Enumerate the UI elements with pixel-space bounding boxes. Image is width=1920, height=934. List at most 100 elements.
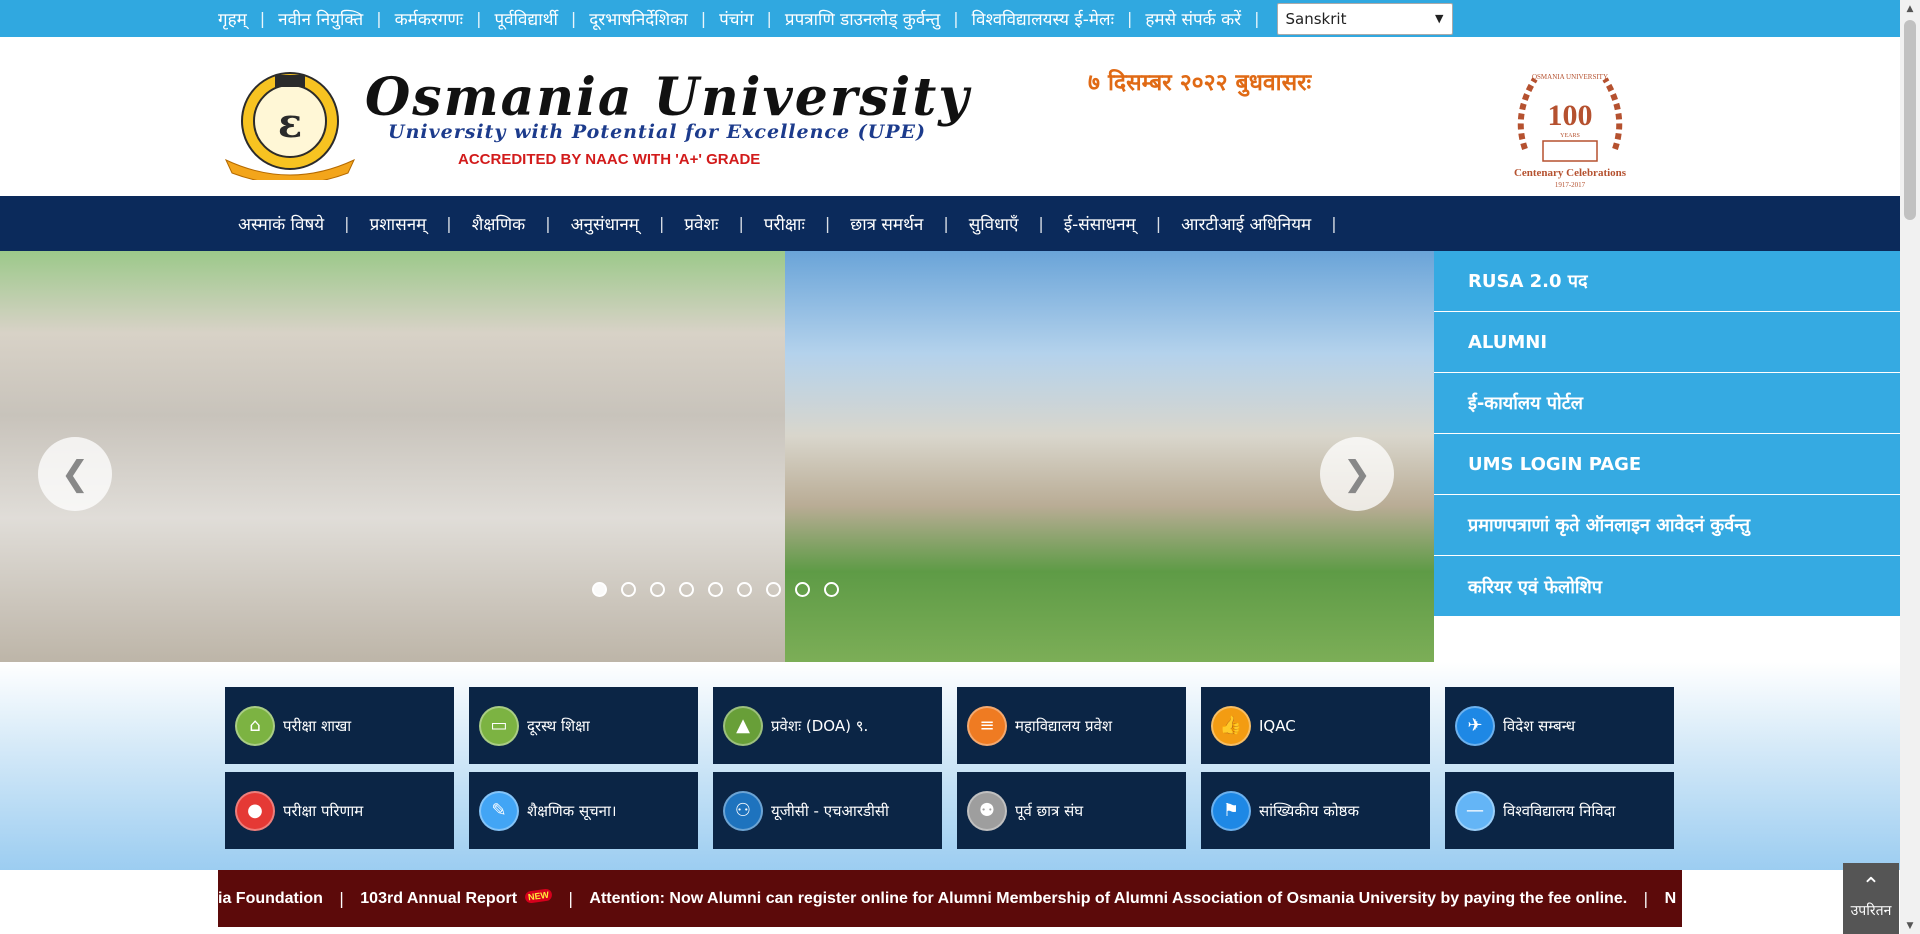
service-tiles: ⌂ परीक्षा शाखा ▭ दूरस्थ शिक्षा ▲ प्रवेशः (DOA… — [225, 687, 1674, 849]
top-link-8[interactable]: हमसे संपर्क करें — [1145, 7, 1241, 30]
nav-separator: | — [824, 214, 831, 233]
group-icon: ⚉ — [967, 790, 1007, 831]
centenary-logo[interactable]: OSMANIA UNIVERSITY 100 YEARS Centenary C… — [1505, 59, 1635, 193]
service-tile[interactable]: ⚇ यूजीसी - एचआरडीसी — [713, 772, 942, 849]
service-tile-label: पूर्व छात्र संघ — [1015, 801, 1084, 820]
main-navigation: अस्माकं विषये | प्रशासनम् | शैक्षणिक | अनुसंधा… — [0, 196, 1900, 251]
pencil-icon: ✎ — [479, 790, 519, 831]
quick-link-5[interactable]: करियर एवं फेलोशिप — [1434, 556, 1900, 617]
ticker-item[interactable]: ia Foundation — [218, 890, 323, 908]
top-link-7[interactable]: विश्वविद्यालयस्य ई-मेलः — [972, 7, 1114, 30]
nav-separator: | — [1155, 214, 1162, 233]
top-link-4[interactable]: दूरभाषनिर्देशिका — [589, 7, 687, 30]
ticker-item-text: Attention: Now Alumni can register onlin… — [589, 889, 1628, 907]
top-link-separator: | — [1127, 9, 1133, 28]
service-tile[interactable]: ✎ शैक्षणिक सूचना। — [469, 772, 698, 849]
carousel-dot[interactable] — [679, 582, 694, 597]
student-icon: ● — [235, 790, 275, 831]
top-link-2[interactable]: कर्मकरगणः — [395, 7, 464, 30]
service-tile[interactable]: ● परीक्षा परिणाम — [225, 772, 454, 849]
top-link-0[interactable]: गृहम् — [218, 7, 247, 30]
service-tile-label: विदेश सम्बन्ध — [1503, 716, 1576, 735]
service-tile[interactable]: — विश्वविद्यालय निविदा — [1445, 772, 1674, 849]
centenary-years: YEARS — [1560, 133, 1580, 139]
service-tile-label: प्रवेशः (DOA) ९. — [771, 716, 869, 735]
document-icon: ≡ — [967, 705, 1007, 746]
building-icon: ⌂ — [235, 705, 275, 746]
quick-links-panel: RUSA 2.0 पद ALUMNI ई-कार्यालय पोर्टल UMS LO… — [1434, 251, 1900, 616]
nav-item-7[interactable]: सुविधाएँ — [969, 212, 1019, 235]
top-link-6[interactable]: प्रपत्राणि डाउनलोड् कुर्वन्तु — [785, 7, 940, 30]
scrollbar-thumb[interactable] — [1904, 20, 1916, 220]
quick-link-4[interactable]: प्रमाणपत्राणां कृते ऑनलाइन आवेदनं कुर्वन… — [1434, 495, 1900, 556]
top-link-separator: | — [376, 9, 382, 28]
image-carousel[interactable]: ❮ ❯ — [0, 251, 1434, 662]
quick-link-1[interactable]: ALUMNI — [1434, 312, 1900, 373]
service-tiles-section: ⌂ परीक्षा शाखा ▭ दूरस्थ शिक्षा ▲ प्रवेशः (DOA… — [0, 662, 1900, 870]
carousel-dot[interactable] — [708, 582, 723, 597]
page-scrollbar[interactable]: ▲ ▼ — [1900, 0, 1920, 934]
nav-item-8[interactable]: ई-संसाधनम् — [1064, 212, 1136, 235]
carousel-dot[interactable] — [737, 582, 752, 597]
nav-item-3[interactable]: अनुसंधानम् — [571, 212, 639, 235]
quick-link-0[interactable]: RUSA 2.0 पद — [1434, 251, 1900, 312]
monitor-icon: ▭ — [479, 705, 519, 746]
carousel-indicators — [592, 582, 839, 597]
service-tile-label: परीक्षा परिणाम — [283, 801, 364, 820]
back-to-top-button[interactable]: ⌃ उपरितन — [1843, 863, 1899, 934]
nav-item-2[interactable]: शैक्षणिक — [472, 212, 526, 235]
service-tile[interactable]: ▲ प्रवेशः (DOA) ९. — [713, 687, 942, 764]
nav-item-0[interactable]: अस्माकं विषये — [238, 212, 324, 235]
ticker-item[interactable]: Attention: Now Alumni can register onlin… — [589, 890, 1627, 908]
ticker-item[interactable]: 103rd Annual Report NEW — [360, 887, 553, 908]
service-tile[interactable]: ⚉ पूर्व छात्र संघ — [957, 772, 1186, 849]
main-nav-links: अस्माकं विषये | प्रशासनम् | शैक्षणिक | अनुसंधा… — [238, 196, 1357, 251]
service-tile-label: शैक्षणिक सूचना। — [527, 801, 617, 820]
nav-item-4[interactable]: प्रवेशः — [684, 212, 718, 235]
carousel-dot[interactable] — [824, 582, 839, 597]
svg-text:ε: ε — [278, 100, 302, 147]
centenary-number: 100 — [1548, 99, 1593, 132]
airplane-icon: ✈ — [1455, 705, 1495, 746]
ticker-item[interactable]: N — [1665, 890, 1677, 908]
carousel-prev-button[interactable]: ❮ — [38, 437, 112, 511]
top-link-5[interactable]: पंचांग — [719, 7, 753, 30]
language-select-value: Sanskrit — [1285, 9, 1347, 28]
service-tile[interactable]: ▭ दूरस्थ शिक्षा — [469, 687, 698, 764]
nav-separator: | — [446, 214, 452, 233]
service-tile[interactable]: ✈ विदेश सम्बन्ध — [1445, 687, 1674, 764]
centenary-label: Centenary Celebrations — [1514, 167, 1627, 179]
top-link-1[interactable]: नवीन नियुक्ति — [278, 7, 363, 30]
news-ticker: ia Foundation | 103rd Annual Report NEW | Att… — [218, 870, 1682, 927]
top-link-separator: | — [259, 9, 266, 28]
university-seal-logo[interactable]: ε — [220, 65, 360, 180]
carousel-dot[interactable] — [766, 582, 781, 597]
top-link-3[interactable]: पूर्वविद्यार्थी — [495, 7, 558, 30]
graduation-cap-icon: ▲ — [723, 705, 763, 746]
carousel-next-button[interactable]: ❯ — [1320, 437, 1394, 511]
service-tile[interactable]: ⚑ सांख्यिकीय कोष्ठक — [1201, 772, 1430, 849]
nav-item-9[interactable]: आरटीआई अधिनियम — [1181, 212, 1311, 235]
carousel-dot[interactable] — [650, 582, 665, 597]
nav-item-6[interactable]: छात्र समर्थन — [850, 212, 923, 235]
nav-item-1[interactable]: प्रशासनम् — [370, 212, 427, 235]
service-tile[interactable]: 👍 IQAC — [1201, 687, 1430, 764]
university-tagline: University with Potential for Excellence… — [388, 121, 926, 143]
scroll-down-arrow-icon[interactable]: ▼ — [1900, 917, 1920, 934]
quick-link-3[interactable]: UMS LOGIN PAGE — [1434, 434, 1900, 495]
carousel-dot[interactable] — [592, 582, 607, 597]
site-header: ε Osmania University University with Pot… — [0, 37, 1900, 196]
nav-separator: | — [1331, 214, 1337, 233]
carousel-dot[interactable] — [795, 582, 810, 597]
quick-link-2[interactable]: ई-कार्यालय पोर्टल — [1434, 373, 1900, 434]
language-select[interactable]: Sanskrit ▼ — [1276, 2, 1453, 35]
service-tile[interactable]: ⌂ परीक्षा शाखा — [225, 687, 454, 764]
nav-item-5[interactable]: परीक्षाः — [764, 212, 805, 235]
scroll-up-arrow-icon[interactable]: ▲ — [1900, 0, 1920, 17]
carousel-dot[interactable] — [621, 582, 636, 597]
service-tile[interactable]: ≡ महाविद्यालय प्रवेश — [957, 687, 1186, 764]
service-tile-label: यूजीसी - एचआरडीसी — [771, 801, 889, 820]
top-link-separator: | — [700, 9, 707, 28]
service-tile-label: विश्वविद्यालय निविदा — [1503, 801, 1616, 820]
top-links: गृहम् | नवीन नियुक्ति | कर्मकरगणः | पूर्वविद्य… — [218, 0, 1453, 37]
